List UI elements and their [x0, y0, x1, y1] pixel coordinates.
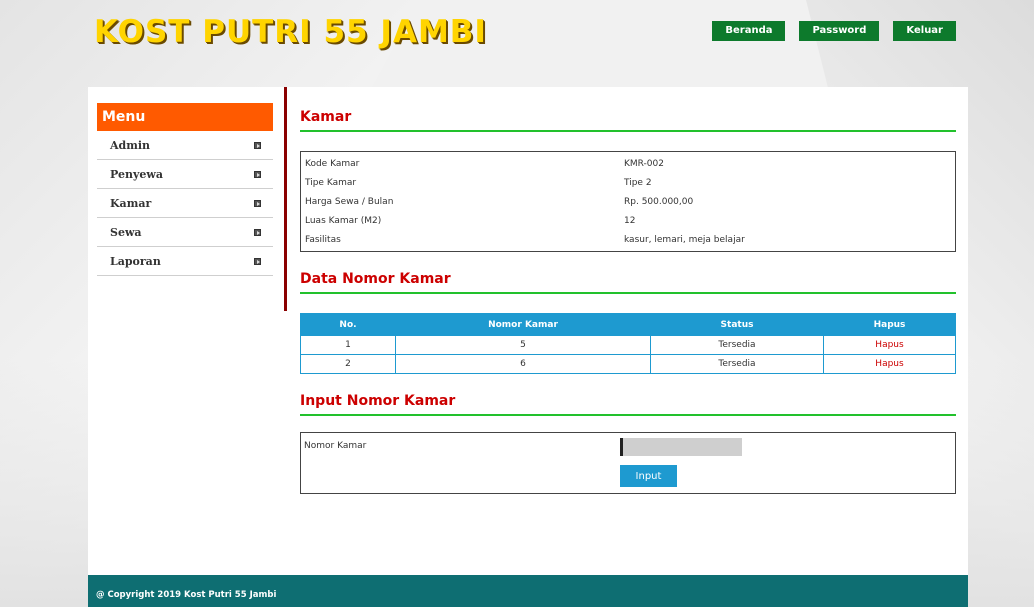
content-area: Kamar Kode Kamar KMR-002 Tipe Kamar Tipe…	[300, 109, 956, 494]
table-row: 1 5 Tersedia Hapus	[300, 335, 956, 355]
sidebar-item-sewa[interactable]: Sewa	[97, 218, 273, 247]
hapus-link[interactable]: Hapus	[823, 354, 956, 374]
arrow-right-icon	[254, 228, 261, 236]
column-header-no: No.	[300, 313, 396, 336]
kamar-info-box: Kode Kamar KMR-002 Tipe Kamar Tipe 2 Har…	[300, 151, 956, 252]
nomor-kamar-label: Nomor Kamar	[304, 441, 367, 451]
cell-no: 2	[300, 354, 396, 374]
info-label: Kode Kamar	[305, 158, 360, 169]
cell-nomor-kamar: 5	[395, 335, 651, 355]
menu-header: Menu	[97, 103, 273, 131]
info-value: Tipe 2	[624, 177, 652, 188]
info-label: Fasilitas	[305, 234, 341, 245]
kamar-title: Kamar	[300, 109, 956, 132]
column-header-status: Status	[650, 313, 824, 336]
info-row: Tipe Kamar Tipe 2	[301, 173, 955, 192]
sidebar-item-laporan[interactable]: Laporan	[97, 247, 273, 276]
arrow-right-icon	[254, 199, 261, 207]
info-row: Fasilitas kasur, lemari, meja belajar	[301, 230, 955, 249]
info-label: Luas Kamar (M2)	[305, 215, 382, 226]
info-label: Tipe Kamar	[305, 177, 357, 188]
info-value: kasur, lemari, meja belajar	[624, 234, 745, 245]
keluar-button[interactable]: Keluar	[893, 21, 956, 41]
password-button[interactable]: Password	[799, 21, 880, 41]
sidebar-item-kamar[interactable]: Kamar	[97, 189, 273, 218]
info-row: Kode Kamar KMR-002	[301, 154, 955, 173]
column-header-nomor-kamar: Nomor Kamar	[395, 313, 651, 336]
column-header-hapus: Hapus	[823, 313, 956, 336]
info-label: Harga Sewa / Bulan	[305, 196, 394, 207]
arrow-right-icon	[254, 141, 261, 149]
input-nomor-form: Nomor Kamar Input	[300, 432, 956, 494]
footer-copyright: @ Copyright 2019 Kost Putri 55 Jambi	[88, 575, 968, 607]
input-button[interactable]: Input	[620, 465, 677, 487]
info-row: Harga Sewa / Bulan Rp. 500.000,00	[301, 192, 955, 211]
site-title: KOST PUTRI 55 JAMBI	[94, 14, 487, 50]
arrow-right-icon	[254, 170, 261, 178]
info-value: 12	[624, 215, 636, 226]
beranda-button[interactable]: Beranda	[712, 21, 786, 41]
arrow-right-icon	[254, 257, 261, 265]
table-row: 2 6 Tersedia Hapus	[300, 354, 956, 374]
main-panel: Menu Admin Penyewa Kamar Sewa Laporan Ka…	[88, 87, 968, 607]
cell-no: 1	[300, 335, 396, 355]
sidebar: Menu Admin Penyewa Kamar Sewa Laporan	[97, 103, 273, 276]
cell-status: Tersedia	[650, 335, 824, 355]
table-header-row: No. Nomor Kamar Status Hapus	[300, 313, 956, 336]
info-row: Luas Kamar (M2) 12	[301, 211, 955, 230]
sidebar-item-label: Laporan	[110, 254, 161, 268]
nomor-kamar-table: No. Nomor Kamar Status Hapus 1 5 Tersedi…	[300, 313, 956, 374]
hapus-link[interactable]: Hapus	[823, 335, 956, 355]
input-nomor-kamar-title: Input Nomor Kamar	[300, 393, 956, 416]
info-value: KMR-002	[624, 158, 664, 169]
sidebar-item-label: Sewa	[110, 225, 142, 239]
sidebar-item-admin[interactable]: Admin	[97, 131, 273, 160]
data-nomor-kamar-title: Data Nomor Kamar	[300, 271, 956, 294]
info-value: Rp. 500.000,00	[624, 196, 694, 207]
cell-status: Tersedia	[650, 354, 824, 374]
sidebar-item-label: Kamar	[110, 196, 152, 210]
page-container: KOST PUTRI 55 JAMBI Beranda Password Kel…	[88, 0, 968, 607]
vertical-divider	[284, 87, 287, 311]
nomor-kamar-input[interactable]	[620, 438, 742, 456]
sidebar-item-label: Penyewa	[110, 167, 163, 181]
cell-nomor-kamar: 6	[395, 354, 651, 374]
top-nav: Beranda Password Keluar	[712, 21, 956, 41]
sidebar-item-label: Admin	[110, 138, 151, 152]
sidebar-item-penyewa[interactable]: Penyewa	[97, 160, 273, 189]
